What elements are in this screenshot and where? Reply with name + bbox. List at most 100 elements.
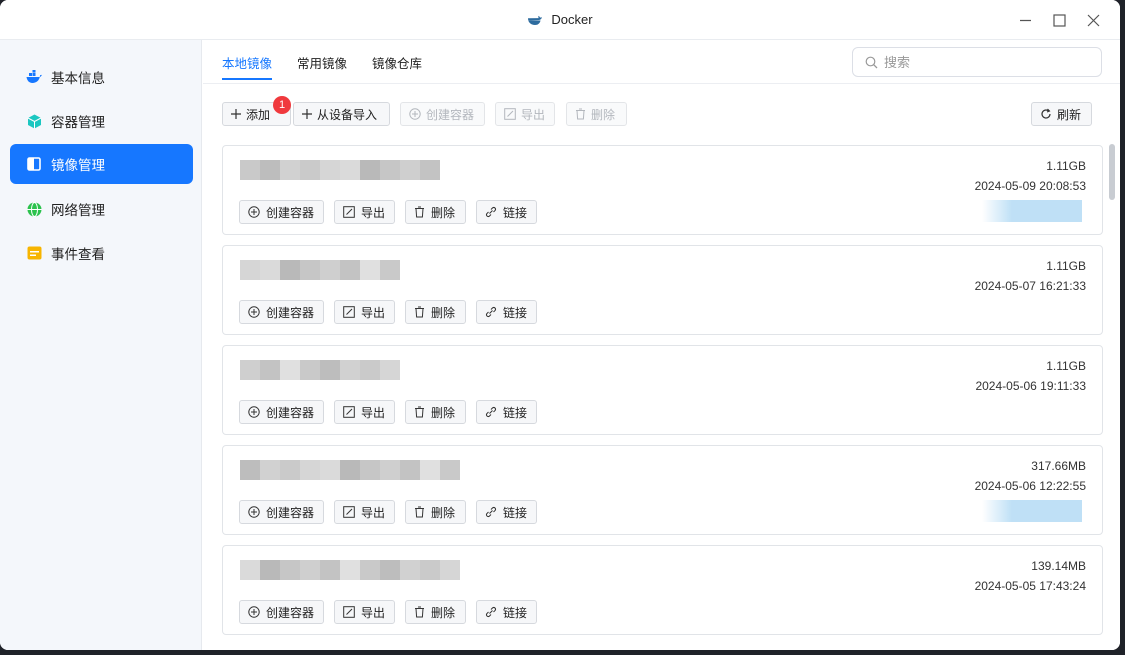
redacted-block — [320, 260, 340, 280]
image-tag-redacted — [982, 200, 1082, 222]
sidebar-item-label: 事件查看 — [51, 247, 105, 262]
close-button[interactable] — [1084, 10, 1102, 30]
redacted-block — [360, 560, 380, 580]
link-button[interactable]: 链接 — [476, 600, 537, 624]
sidebar-item-label: 基本信息 — [51, 71, 105, 86]
image-created-time: 2024-05-09 20:08:53 — [974, 179, 1086, 193]
delete-button[interactable]: 删除 — [405, 300, 466, 324]
redacted-block — [420, 460, 440, 480]
delete-button[interactable]: 删除 — [405, 600, 466, 624]
import-from-device-button[interactable]: 从设备导入 — [293, 102, 390, 126]
plus-icon — [231, 109, 241, 119]
redacted-block — [360, 360, 380, 380]
plus-circle-icon — [409, 108, 421, 120]
link-label: 链接 — [503, 605, 528, 620]
redacted-block — [280, 260, 300, 280]
redacted-block — [420, 560, 440, 580]
tab-local-images[interactable]: 本地镜像 — [222, 53, 273, 80]
refresh-button[interactable]: 刷新 — [1031, 102, 1092, 126]
export-button[interactable]: 导出 — [334, 300, 395, 324]
search-input[interactable] — [884, 54, 1084, 70]
redacted-block — [280, 360, 300, 380]
image-name-redacted — [240, 360, 400, 382]
redacted-block — [340, 360, 360, 380]
refresh-button-label: 刷新 — [1057, 107, 1082, 122]
maximize-button[interactable] — [1050, 10, 1068, 30]
sidebar-item-basic-info[interactable]: 基本信息 — [10, 57, 193, 97]
redacted-block — [260, 260, 280, 280]
export-button[interactable]: 导出 — [334, 400, 395, 424]
sidebar-item-label: 容器管理 — [51, 115, 105, 130]
tab-common-images[interactable]: 常用镜像 — [297, 53, 347, 78]
redacted-block — [360, 260, 380, 280]
create-label: 创建容器 — [266, 205, 315, 220]
export-icon — [343, 206, 355, 218]
export-button[interactable]: 导出 — [495, 102, 555, 126]
link-button[interactable]: 链接 — [476, 500, 537, 524]
sidebar-item-events[interactable]: 事件查看 — [10, 233, 193, 273]
trash-icon — [414, 506, 425, 518]
tab-bar: 本地镜像 常用镜像 镜像仓库 — [203, 40, 1120, 84]
link-icon — [485, 506, 497, 518]
trash-icon — [414, 306, 425, 318]
redacted-block — [420, 160, 440, 180]
link-button[interactable]: 链接 — [476, 200, 537, 224]
redacted-block — [240, 560, 260, 580]
redacted-block — [260, 460, 280, 480]
redacted-block — [400, 460, 420, 480]
create-container-button[interactable]: 创建容器 — [239, 500, 324, 524]
redacted-block — [320, 160, 340, 180]
create-container-button[interactable]: 创建容器 — [239, 400, 324, 424]
window-title-wrap: Docker — [0, 12, 1120, 29]
redacted-block — [300, 160, 320, 180]
export-button[interactable]: 导出 — [334, 500, 395, 524]
tab-image-registry[interactable]: 镜像仓库 — [372, 53, 422, 78]
link-button[interactable]: 链接 — [476, 300, 537, 324]
create-container-button[interactable]: 创建容器 — [239, 300, 324, 324]
delete-button[interactable]: 删除 — [405, 400, 466, 424]
create-container-button[interactable]: 创建容器 — [239, 200, 324, 224]
export-icon — [343, 306, 355, 318]
cube-icon — [26, 113, 42, 129]
sidebar-item-images[interactable]: 镜像管理 — [10, 144, 193, 184]
sidebar-item-network[interactable]: 网络管理 — [10, 189, 193, 229]
delete-label: 删除 — [431, 405, 456, 420]
export-label: 导出 — [361, 405, 386, 420]
export-button[interactable]: 导出 — [334, 600, 395, 624]
scrollbar[interactable] — [1109, 144, 1115, 200]
redacted-block — [380, 360, 400, 380]
trash-icon — [575, 108, 586, 120]
redacted-block — [280, 560, 300, 580]
redacted-block — [320, 360, 340, 380]
delete-label: 删除 — [431, 505, 456, 520]
minimize-button[interactable] — [1016, 10, 1034, 30]
delete-button[interactable]: 删除 — [405, 200, 466, 224]
link-icon — [485, 606, 497, 618]
event-icon — [26, 245, 42, 261]
import-button-label: 从设备导入 — [317, 107, 378, 122]
create-label: 创建容器 — [266, 605, 315, 620]
notification-badge: 1 — [273, 96, 291, 114]
redacted-block — [440, 560, 460, 580]
create-container-button[interactable]: 创建容器 — [239, 600, 324, 624]
sidebar-item-containers[interactable]: 容器管理 — [10, 101, 193, 141]
link-button[interactable]: 链接 — [476, 400, 537, 424]
image-created-time: 2024-05-06 12:22:55 — [974, 479, 1086, 493]
create-button-label: 创建容器 — [426, 107, 475, 122]
sidebar-item-label: 网络管理 — [51, 203, 105, 218]
delete-button[interactable]: 删除 — [566, 102, 627, 126]
search-icon — [865, 56, 878, 69]
trash-icon — [414, 606, 425, 618]
redacted-block — [300, 560, 320, 580]
create-container-button[interactable]: 创建容器 — [400, 102, 485, 126]
redacted-block — [320, 560, 340, 580]
link-label: 链接 — [503, 205, 528, 220]
redacted-block — [440, 460, 460, 480]
image-icon — [26, 156, 42, 172]
title-bar: Docker — [0, 0, 1120, 40]
export-button[interactable]: 导出 — [334, 200, 395, 224]
redacted-block — [300, 460, 320, 480]
delete-button[interactable]: 删除 — [405, 500, 466, 524]
plus-circle-icon — [248, 606, 260, 618]
globe-icon — [26, 201, 42, 217]
